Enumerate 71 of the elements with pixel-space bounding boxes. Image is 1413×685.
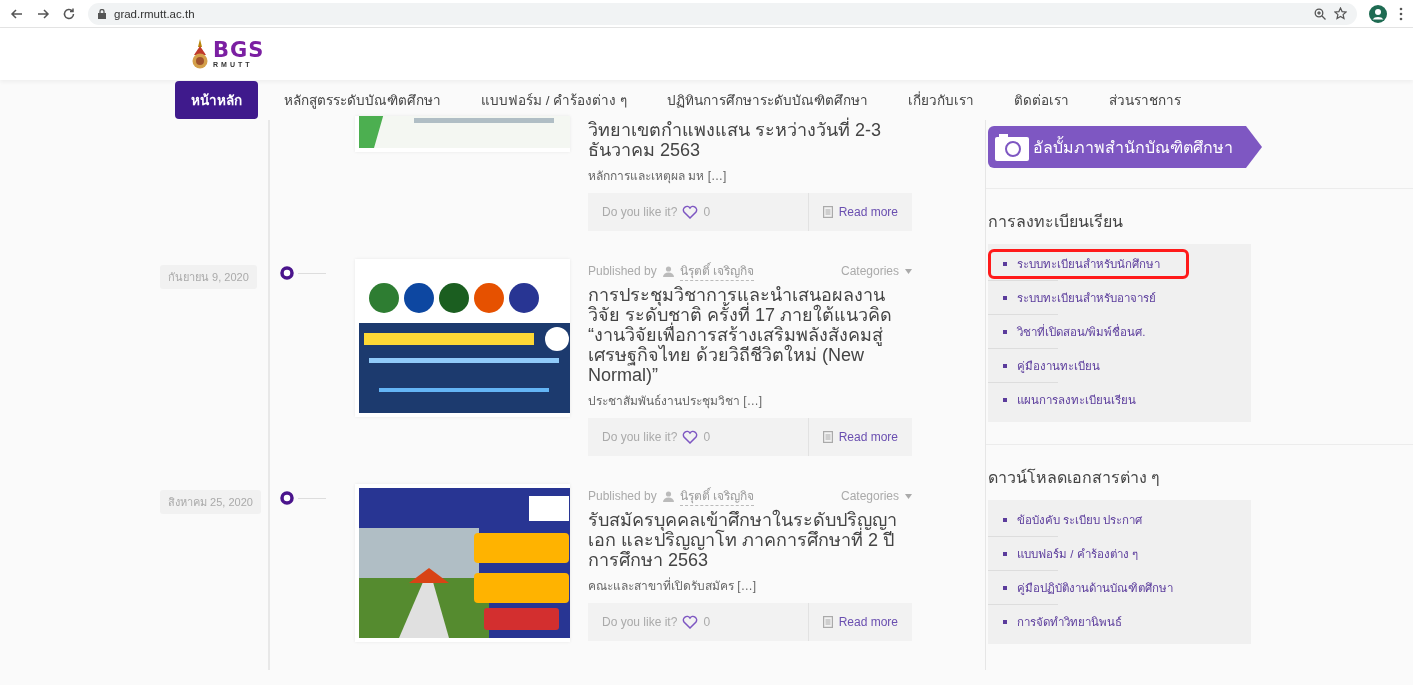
zoom-icon[interactable] xyxy=(1314,7,1326,20)
nav-link[interactable]: หลักสูตรระดับบัณฑิตศึกษา xyxy=(270,82,455,118)
sidebar-link[interactable]: วิชาที่เปิดสอน/พิมพ์ชื่อนศ. xyxy=(988,317,1161,347)
bullet-icon xyxy=(1003,262,1007,266)
nav-link[interactable]: เกี่ยวกับเรา xyxy=(894,82,988,118)
sidebar-link[interactable]: คู่มืองานทะเบียน xyxy=(988,351,1115,381)
heart-icon[interactable] xyxy=(682,615,699,629)
bullet-icon xyxy=(1003,330,1007,334)
bullet-icon xyxy=(1003,518,1007,522)
post-date: กันยายน 9, 2020 xyxy=(160,265,257,289)
sidebar-link[interactable]: ระบบทะเบียนสำหรับนักศึกษา xyxy=(988,249,1189,279)
sidebar-link[interactable]: ข้อบังคับ ระเบียบ ประกาศ xyxy=(988,505,1158,535)
sidebar-link[interactable]: คู่มือปฏิบัติงานด้านบัณฑิตศึกษา xyxy=(988,573,1188,603)
post-excerpt: คณะและสาขาที่เปิดรับสมัคร […] xyxy=(588,576,757,595)
nav-link[interactable]: แบบฟอร์ม / คำร้องต่าง ๆ xyxy=(467,82,641,118)
camera-icon xyxy=(995,133,1029,161)
published-by-label: Published by xyxy=(588,264,657,278)
menu-icon[interactable] xyxy=(1399,6,1403,21)
user-icon xyxy=(662,265,674,277)
post-title[interactable]: รับสมัครบุคคลเข้าศึกษาในระดับปริญญาเอก และปริญญาโท ภาคการศึกษาที่ 2 ปีการศึกษา 2563 xyxy=(588,510,912,570)
sidebar-link[interactable]: ระบบทะเบียนสำหรับอาจารย์ xyxy=(988,283,1171,313)
address-bar[interactable]: grad.rmutt.ac.th xyxy=(88,2,1357,25)
bullet-icon xyxy=(1003,398,1007,402)
like-prompt: Do you like it? xyxy=(602,430,678,444)
like-prompt: Do you like it? xyxy=(602,205,678,219)
url-text: grad.rmutt.ac.th xyxy=(114,7,195,20)
user-icon xyxy=(662,490,674,502)
forward-icon[interactable] xyxy=(36,6,50,21)
timeline-dot-icon xyxy=(280,266,294,280)
widget-heading: การลงทะเบียนเรียน xyxy=(988,212,1124,232)
nav-link[interactable]: ปฏิทินการศึกษาระดับบัณฑิตศึกษา xyxy=(653,82,882,118)
nav-link[interactable]: หน้าหลัก xyxy=(175,81,258,119)
like-prompt: Do you like it? xyxy=(602,615,678,629)
document-icon xyxy=(822,206,833,218)
like-count: 0 xyxy=(703,430,711,444)
sidebar-link[interactable]: การจัดทำวิทยานิพนธ์ xyxy=(988,607,1137,637)
avatar-icon[interactable] xyxy=(1369,4,1387,23)
post-date: สิงหาคม 25, 2020 xyxy=(160,490,261,514)
bullet-icon xyxy=(1003,296,1007,300)
read-more-link[interactable]: Read more xyxy=(807,603,912,641)
document-icon xyxy=(822,616,833,628)
sidebar-link[interactable]: แผนการลงทะเบียนเรียน xyxy=(988,385,1151,415)
bullet-icon xyxy=(1003,586,1007,590)
star-icon[interactable] xyxy=(1334,7,1347,20)
widget-heading: ดาวน์โหลดเอกสารต่าง ๆ xyxy=(988,467,1162,488)
bullet-icon xyxy=(1003,620,1007,624)
caret-icon xyxy=(905,268,912,274)
album-banner[interactable]: อัลบั้มภาพสำนักบัณฑิตศึกษา xyxy=(988,126,1262,168)
heart-icon[interactable] xyxy=(682,205,699,219)
caret-icon xyxy=(905,493,912,499)
nav-link[interactable]: ส่วนราชการ xyxy=(1095,82,1195,118)
back-icon[interactable] xyxy=(10,6,24,21)
lock-icon xyxy=(98,8,106,19)
like-count: 0 xyxy=(703,205,711,219)
heart-icon[interactable] xyxy=(682,430,699,444)
like-count: 0 xyxy=(703,615,711,629)
bullet-icon xyxy=(1003,552,1007,556)
logo-text[interactable]: BGS xyxy=(213,40,265,61)
read-more-link[interactable]: Read more xyxy=(807,193,912,231)
nav-link[interactable]: ติดต่อเรา xyxy=(1000,82,1083,118)
timeline-dot-icon xyxy=(280,491,294,505)
temple-icon xyxy=(190,39,210,69)
sidebar-link[interactable]: แบบฟอร์ม / คำร้องต่าง ๆ xyxy=(988,539,1153,569)
document-icon xyxy=(822,431,833,443)
published-by-label: Published by xyxy=(588,489,657,503)
post-excerpt: ประชาสัมพันธ์งานประชุมวิชา […] xyxy=(588,393,763,410)
reload-icon[interactable] xyxy=(62,6,76,21)
read-more-link[interactable]: Read more xyxy=(807,418,912,456)
post-excerpt: หลักการและเหตุผล มห […] xyxy=(588,168,728,185)
post-title[interactable]: การประชุมวิชาการและนำเสนอผลงานวิจัย ระดับชาติ ครั้งที่ 17 ภายใต้แนวคิด “งานวิจัยเพื่อการสร้างเสริมพลังสังคมสู่เศรษฐกิจไทย ด้วยวิถีชีวิตใหม่ (New Normal)” xyxy=(588,285,912,385)
bullet-icon xyxy=(1003,364,1007,368)
